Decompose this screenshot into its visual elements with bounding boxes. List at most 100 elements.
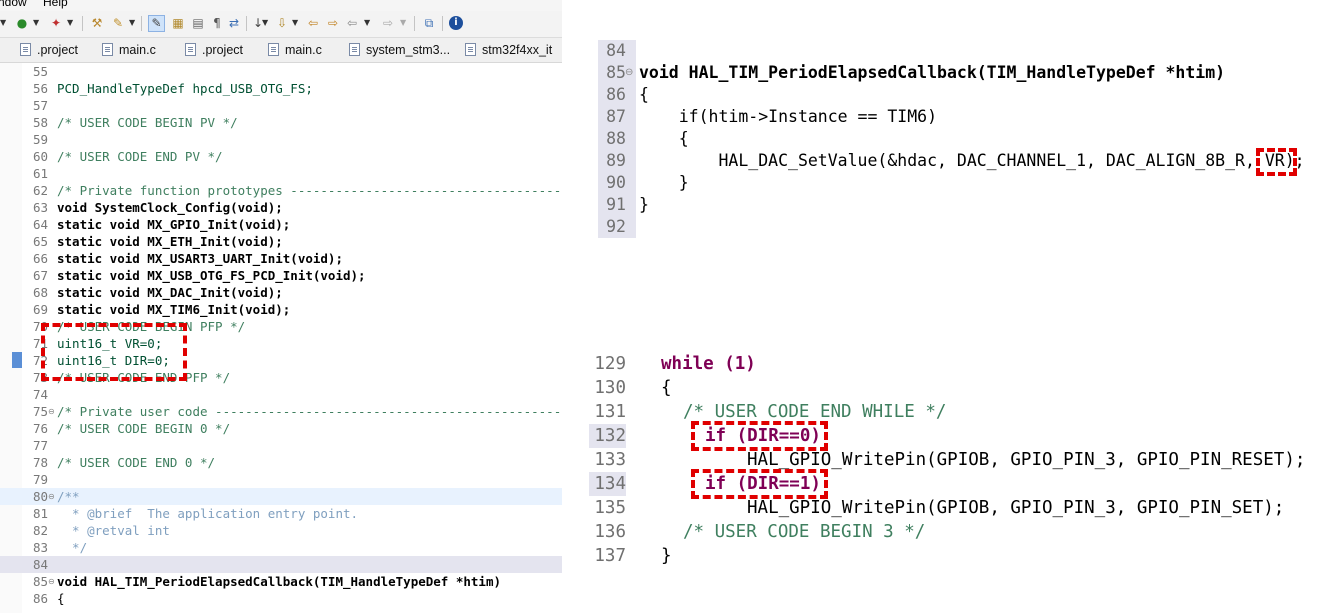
code-text: } [661,546,672,566]
show-whitespace-icon[interactable]: ¶ [209,15,225,31]
line-number: 64 [32,217,48,232]
line-number: 79 [32,472,48,487]
tab-project[interactable]: .project [185,38,243,62]
code-line: 75 ⊖/* Private user code ----------------… [0,403,562,420]
line-number: 57 [32,98,48,113]
line-number: 65 [32,234,48,249]
build-icon[interactable]: ⚒ [89,15,105,31]
fold-icon[interactable]: ⊖ [48,573,56,590]
code-line: 86 { [598,84,1318,106]
line-number: 68 [32,285,48,300]
next-dropdown-icon[interactable]: ▼ [262,15,268,31]
fold-icon[interactable]: ⊖ [48,488,56,505]
code-text: void HAL_TIM_PeriodElapsedCallback(TIM_H… [639,63,1226,82]
code-text: static void MX_ETH_Init(void); [57,234,283,249]
line-number: 129 [594,354,626,374]
annotation-box-variables [41,323,187,381]
run-dropdown-icon[interactable]: ▼ [33,15,39,31]
line-number: 66 [32,251,48,266]
file-icon [185,43,196,56]
mark-dropdown-icon[interactable]: ▼ [129,15,135,31]
annotation-box-dir-1 [691,469,828,499]
code-text: static void MX_USART3_UART_Init(void); [57,251,343,266]
forward-dropdown-icon[interactable]: ▼ [400,15,406,31]
code-line: 137} [589,544,1319,568]
code-text: { [639,85,649,104]
highlight-icon[interactable]: ✎ [148,15,165,32]
tab-main-c[interactable]: main.c [268,38,322,62]
file-icon [465,43,476,56]
line-number: 136 [594,522,626,542]
previous-dropdown-icon[interactable]: ▼ [292,15,298,31]
code-line: 87 if(htim->Instance == TIM6) [598,106,1318,128]
code-line: 86 { [0,590,562,607]
tools-dropdown-icon[interactable]: ▼ [67,15,73,31]
forward-icon[interactable]: ⇨ [380,15,396,31]
line-number: 67 [32,268,48,283]
back-icon[interactable]: ⇦ [344,15,360,31]
editor-tab-bar: .project main.c .project main.c system_s… [0,38,562,63]
tab-main-c[interactable]: main.c [102,38,156,62]
toolbar-separator [414,16,415,31]
code-line: 56 PCD_HandleTypeDef hpcd_USB_OTG_FS; [0,80,562,97]
tab-stm32f4xx-it[interactable]: stm32f4xx_it [465,38,552,62]
menu-window[interactable]: ndow [0,0,27,8]
line-number: 86 [32,591,48,606]
code-comment: /* USER CODE BEGIN 3 */ [683,522,926,542]
fold-icon[interactable]: ⊖ [625,62,633,84]
file-icon [268,43,279,56]
line-number: 87 [606,107,626,126]
line-number: 92 [606,217,626,236]
toolbar-separator [82,16,83,31]
code-text: if(htim->Instance == TIM6) [639,107,938,126]
tab-system-stm32[interactable]: system_stm3... [349,38,450,62]
line-number: 69 [32,302,48,317]
info-icon[interactable]: i [449,16,463,30]
line-number: 76 [32,421,48,436]
block-selection-icon[interactable]: ▦ [170,15,186,31]
line-number: 58 [32,115,48,130]
tab-label: .project [37,43,78,57]
menu-help[interactable]: Help [43,0,68,8]
code-doc-comment: /** [57,489,80,504]
code-line-current: 80 ⊖/** [0,488,562,505]
code-line: 58 /* USER CODE BEGIN PV */ [0,114,562,131]
code-line: 57 [0,97,562,114]
pin-icon[interactable]: ⇄ [226,15,242,31]
code-line: 85 ⊖ void HAL_TIM_PeriodElapsedCallback(TI… [0,573,562,590]
open-perspective-icon[interactable]: ⧉ [421,15,437,31]
redo-edit-icon[interactable]: ⇨ [325,15,341,31]
tab-label: stm32f4xx_it [482,43,553,57]
external-tools-icon[interactable]: ✦ [48,15,64,31]
code-line: 74 [0,386,562,403]
toggle-mark-icon[interactable]: ✎ [110,15,126,31]
line-number: 86 [606,85,626,104]
code-text: while (1) [661,354,756,374]
line-number: 75 [32,404,48,419]
debug-dropdown-icon[interactable]: ▼ [0,15,6,31]
fold-icon[interactable]: ⊖ [48,403,56,420]
previous-annotation-icon[interactable]: ⇩ [274,15,290,31]
menu-bar: ndow Help [0,0,562,11]
line-number: 62 [32,183,48,198]
code-line: 85 ⊖ void HAL_TIM_PeriodElapsedCallback(TI… [598,62,1318,84]
back-dropdown-icon[interactable]: ▼ [364,15,370,31]
run-icon[interactable]: ● [14,15,30,31]
code-text: PCD_HandleTypeDef hpcd_USB_OTG_FS; [57,81,313,96]
code-comment: /* USER CODE BEGIN PV */ [57,115,238,130]
code-text: void SystemClock_Config(void); [57,200,283,215]
word-wrap-icon[interactable]: ▤ [190,15,206,31]
last-edit-icon[interactable]: ⇦ [305,15,321,31]
code-text: static void MX_USB_OTG_FS_PCD_Init(void)… [57,268,366,283]
annotation-box-vr [1256,148,1297,176]
line-number: 56 [32,81,48,96]
code-line: 66 static void MX_USART3_UART_Init(void); [0,250,562,267]
line-number: 85 [606,63,626,82]
line-number: 61 [32,166,48,181]
ide-window: ndow Help ▼ ● ▼ ✦ ▼ ⚒ ✎ ▼ ✎ ▦ ▤ ¶ ⇄ ↓ ▼ … [0,0,562,613]
code-text: static void MX_TIM6_Init(void); [57,302,291,317]
tab-project[interactable]: .project [20,38,78,62]
line-number: 63 [32,200,48,215]
line-number: 82 [32,523,48,538]
line-number: 78 [32,455,48,470]
